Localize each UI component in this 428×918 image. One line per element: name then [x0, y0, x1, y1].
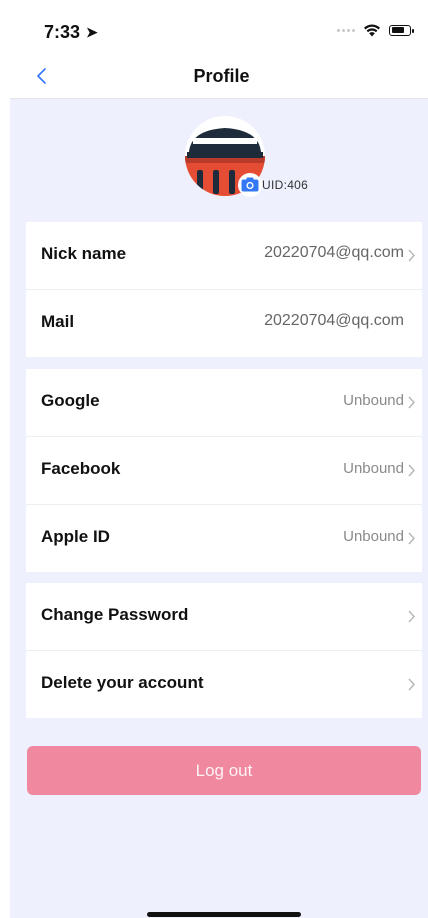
- nickname-value: 20220704@qq.com: [264, 244, 404, 261]
- chevron-right-icon: [408, 396, 415, 409]
- delete-account-label: Delete your account: [41, 673, 204, 692]
- chevron-right-icon: [408, 464, 415, 477]
- account-info-group: Nick name 20220704@qq.com Mail 20220704@…: [26, 222, 422, 357]
- apple-id-row[interactable]: Apple ID Unbound: [26, 505, 422, 572]
- navigation-bar: Profile: [10, 56, 428, 99]
- change-password-row[interactable]: Change Password: [26, 583, 422, 651]
- signal-dots-icon: [337, 29, 355, 32]
- page-title: Profile: [193, 66, 250, 86]
- status-icons: [337, 24, 414, 37]
- chevron-right-icon: [408, 678, 415, 691]
- chevron-right-icon: [408, 610, 415, 623]
- change-password-label: Change Password: [41, 605, 189, 624]
- wifi-icon: [364, 24, 380, 37]
- battery-icon: [389, 25, 414, 36]
- mail-label: Mail: [41, 312, 75, 331]
- logout-button[interactable]: Log out: [27, 746, 421, 795]
- user-id-label: UID:406: [262, 178, 309, 192]
- clock-time: 7:33: [44, 22, 81, 42]
- facebook-label: Facebook: [41, 459, 121, 478]
- facebook-status: Unbound: [343, 460, 404, 477]
- home-indicator[interactable]: [147, 912, 301, 917]
- avatar-section: [185, 116, 265, 198]
- security-group: Change Password Delete your account: [26, 583, 422, 718]
- chevron-right-icon: [408, 532, 415, 545]
- location-arrow-icon: ➤: [86, 24, 98, 40]
- google-row[interactable]: Google Unbound: [26, 369, 422, 437]
- phone-screen: 7:33 ➤ Profile UID:406 Nick name 2022070…: [10, 10, 428, 918]
- social-accounts-group: Google Unbound Facebook Unbound Apple ID…: [26, 369, 422, 572]
- facebook-row[interactable]: Facebook Unbound: [26, 437, 422, 505]
- delete-account-row[interactable]: Delete your account: [26, 651, 422, 718]
- clock: 7:33 ➤: [44, 22, 98, 43]
- nickname-row[interactable]: Nick name 20220704@qq.com: [26, 222, 422, 290]
- google-status: Unbound: [343, 392, 404, 409]
- apple-id-label: Apple ID: [41, 527, 110, 546]
- mail-row: Mail 20220704@qq.com: [26, 290, 422, 357]
- apple-id-status: Unbound: [343, 528, 404, 545]
- google-label: Google: [41, 391, 100, 410]
- status-bar: 7:33 ➤: [10, 10, 428, 56]
- mail-value: 20220704@qq.com: [264, 312, 404, 329]
- chevron-right-icon: [408, 249, 415, 262]
- camera-icon[interactable]: [237, 172, 263, 198]
- nickname-label: Nick name: [41, 244, 127, 263]
